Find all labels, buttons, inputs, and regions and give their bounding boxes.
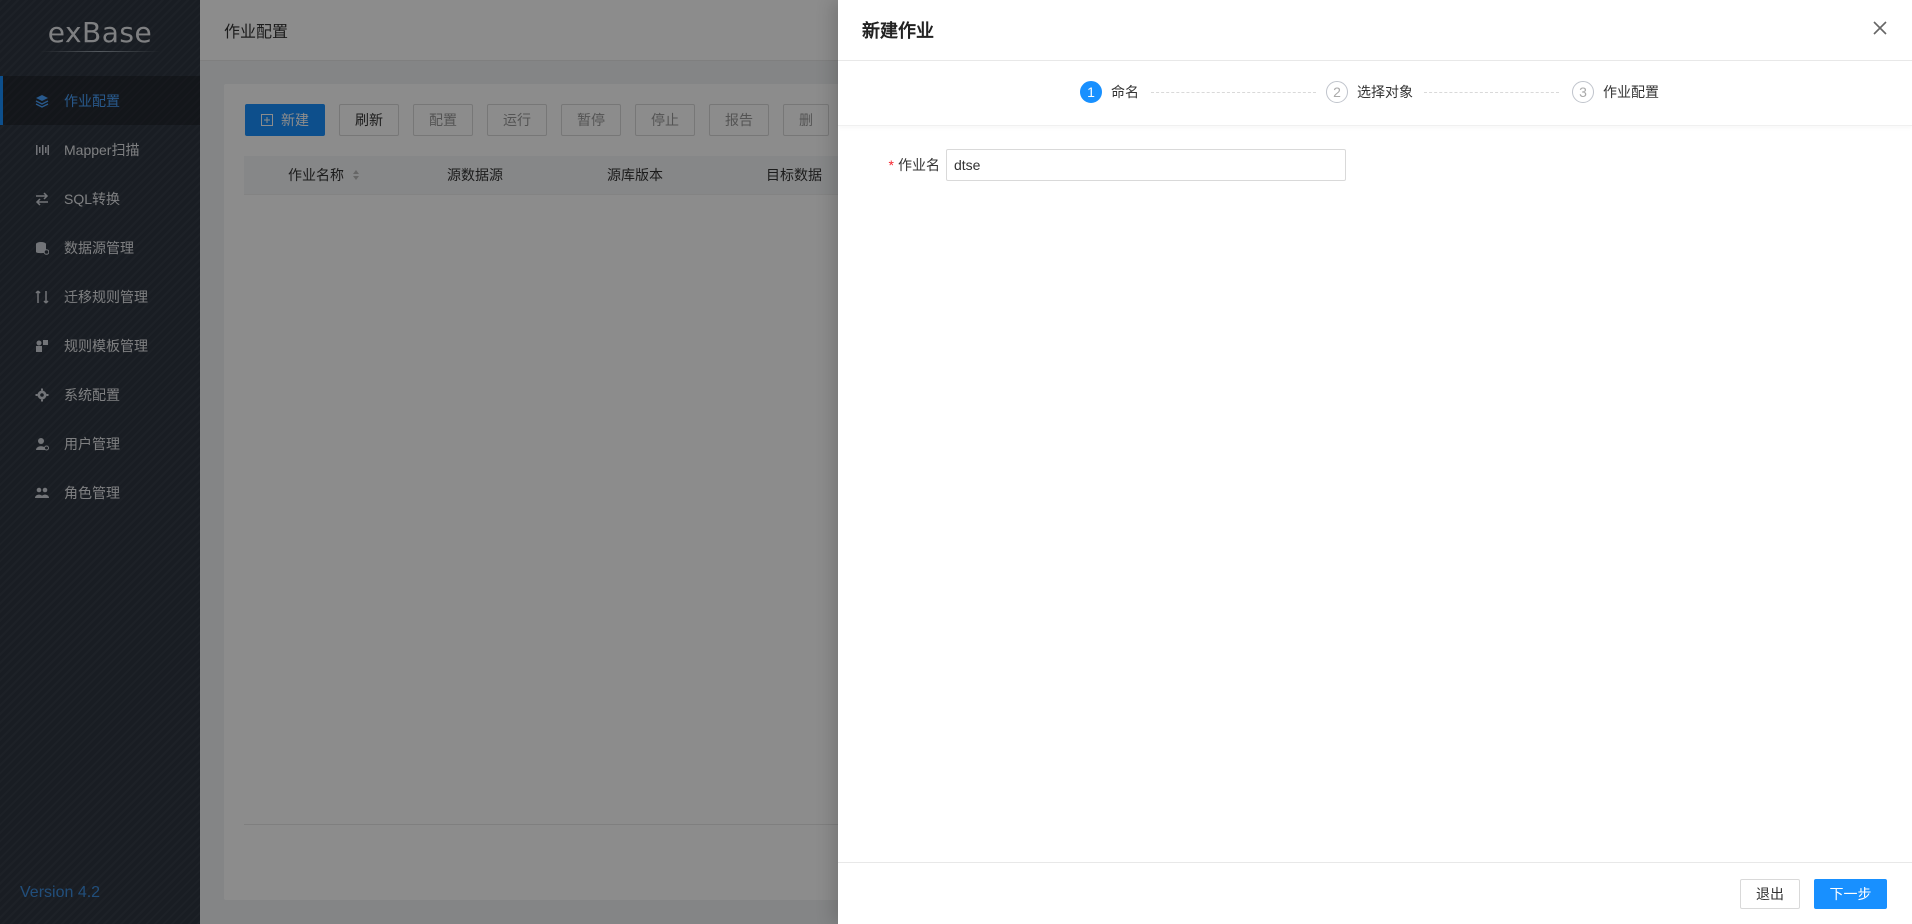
required-mark: * — [888, 157, 894, 173]
step-number: 1 — [1080, 81, 1102, 103]
step-3-job-config: 3 作业配置 — [1572, 81, 1659, 103]
job-name-input[interactable] — [946, 149, 1346, 181]
step-label: 作业配置 — [1603, 84, 1659, 100]
next-step-button[interactable]: 下一步 — [1814, 879, 1887, 909]
job-name-label: * 作业名 — [878, 155, 940, 175]
wizard-steps: 1 命名 2 选择对象 3 作业配置 — [838, 61, 1912, 126]
close-icon[interactable] — [1870, 18, 1890, 38]
step-label: 选择对象 — [1357, 84, 1413, 100]
step-1-naming: 1 命名 — [1080, 81, 1139, 103]
step-2-select-objects: 2 选择对象 — [1326, 81, 1413, 103]
step-connector — [1151, 92, 1316, 93]
job-name-row: * 作业名 — [878, 149, 1346, 181]
job-name-label-text: 作业名 — [898, 157, 940, 173]
exit-button[interactable]: 退出 — [1740, 879, 1800, 909]
step-connector — [1424, 92, 1559, 93]
new-job-drawer: 新建作业 1 命名 2 选择对象 3 作业配置 *作业名 退出 下一步 — [838, 0, 1912, 924]
step-number: 3 — [1572, 81, 1594, 103]
drawer-footer: 退出 下一步 — [838, 862, 1912, 924]
drawer-header: 新建作业 — [838, 0, 1912, 61]
step-label: 命名 — [1111, 84, 1139, 100]
drawer-title: 新建作业 — [862, 21, 934, 41]
step-number: 2 — [1326, 81, 1348, 103]
